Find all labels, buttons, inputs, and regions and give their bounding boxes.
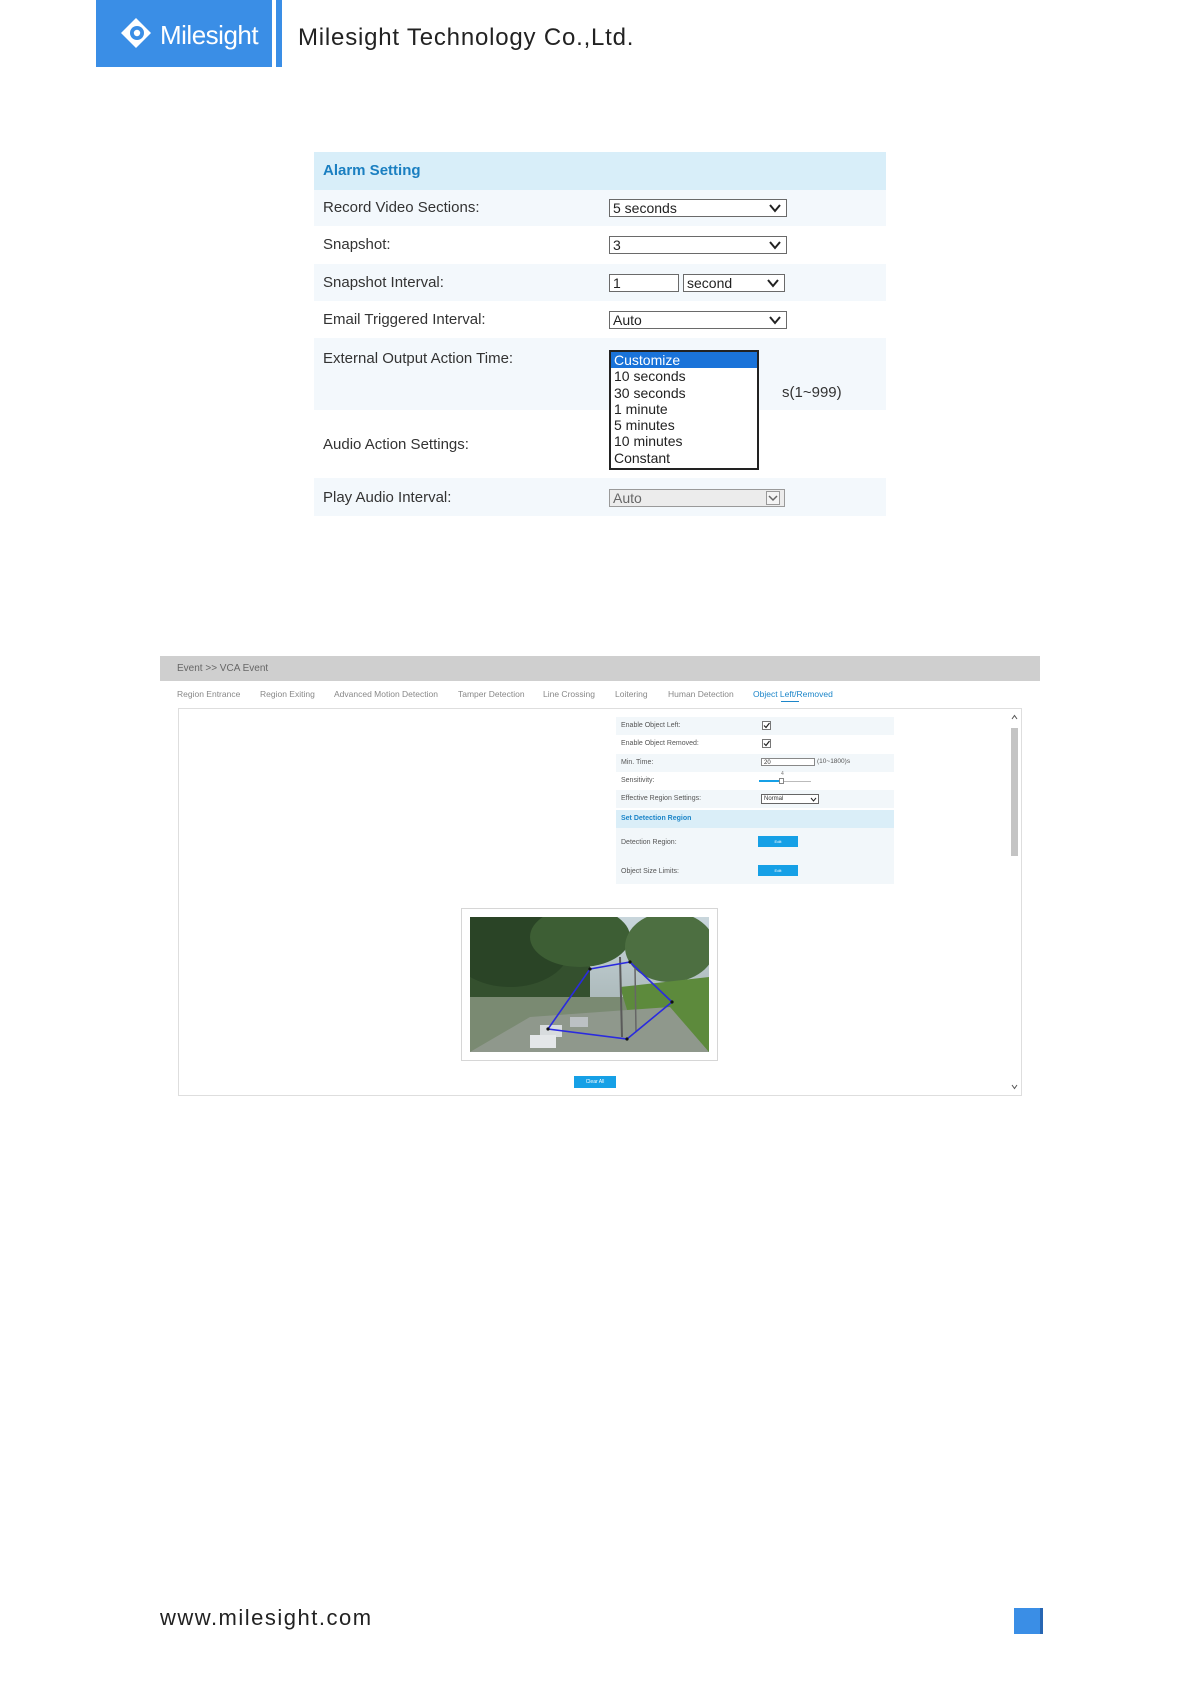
external-output-range-row: s(1~999) [314,376,886,410]
camera-scene-image [470,917,709,1052]
enable-object-left-label: Enable Object Left: [621,722,681,729]
set-detection-region-header: Set Detection Region [616,810,894,828]
tab-loitering[interactable]: Loitering [615,689,648,699]
object-size-limits-label: Object Size Limits: [621,868,679,875]
dropdown-option-1-minute[interactable]: 1 minute [611,401,757,417]
dropdown-option-10-seconds[interactable]: 10 seconds [611,368,757,384]
milesight-logo-icon [121,18,151,48]
tab-tamper-detection[interactable]: Tamper Detection [458,689,525,699]
snapshot-interval-unit-select[interactable]: second [683,274,785,292]
chevron-down-icon [766,491,780,505]
min-time-row: Min. Time: 20 (10~1800)s [616,754,894,772]
effective-region-settings-label: Effective Region Settings: [621,795,702,802]
logo-text: Milesight [160,20,259,50]
breadcrumb-bar: Event >> VCA Event [160,656,1040,681]
vca-event-screenshot: Event >> VCA Event Region Entrance Regio… [160,656,1040,1102]
min-time-input[interactable]: 20 [761,758,815,766]
sensitivity-slider-handle[interactable] [779,778,784,784]
snapshot-value: 3 [613,237,621,253]
alarm-setting-title: Alarm Setting [323,162,421,179]
clear-all-button[interactable]: Clear All [574,1076,616,1088]
checkmark-icon [763,740,770,747]
chevron-down-icon [769,316,781,325]
snapshot-interval-row: Snapshot Interval: 1 second [314,264,886,301]
chevron-down-icon [810,797,817,802]
tab-object-left-removed[interactable]: Object Left/Removed [753,689,833,699]
record-video-sections-select[interactable]: 5 seconds [609,199,787,217]
tab-advanced-motion-detection[interactable]: Advanced Motion Detection [334,689,438,699]
enable-object-removed-row: Enable Object Removed: [616,735,894,754]
min-time-hint: (10~1800)s [817,758,851,765]
snapshot-interval-label: Snapshot Interval: [323,274,444,291]
external-output-range-hint: s(1~999) [782,384,842,401]
scroll-up-icon[interactable] [1011,714,1018,720]
chevron-down-icon [769,241,781,250]
alarm-setting-header: Alarm Setting [314,152,886,190]
enable-object-left-checkbox[interactable] [762,721,771,730]
detection-region-edit-button[interactable]: Edit [758,836,798,847]
checkmark-icon [763,722,770,729]
external-output-action-time-row: External Output Action Time: [314,338,886,376]
email-triggered-interval-row: Email Triggered Interval: Auto [314,301,886,338]
play-audio-interval-label: Play Audio Interval: [323,489,452,506]
object-size-limits-row: Object Size Limits: Edit [616,856,894,884]
enable-object-removed-checkbox[interactable] [762,739,771,748]
company-name: Milesight Technology Co.,Ltd. [298,24,635,51]
tab-region-entrance[interactable]: Region Entrance [177,689,240,699]
record-video-sections-row: Record Video Sections: 5 seconds [314,190,886,226]
enable-object-removed-label: Enable Object Removed: [621,740,699,747]
brand-logo: Milesight [96,0,272,67]
snapshot-interval-input[interactable]: 1 [609,274,679,292]
object-size-limits-edit-button[interactable]: Edit [758,865,798,876]
tab-region-exiting[interactable]: Region Exiting [260,689,315,699]
external-output-action-time-label: External Output Action Time: [323,350,514,367]
scrollbar-thumb[interactable] [1011,728,1018,856]
effective-region-settings-select[interactable]: Normal [761,794,819,804]
active-tab-underline [781,701,799,702]
page-marker-edge [1040,1608,1043,1634]
snapshot-label: Snapshot: [323,236,391,253]
external-output-action-time-dropdown[interactable]: Customize 10 seconds 30 seconds 1 minute… [609,350,759,470]
play-audio-interval-value: Auto [613,490,642,506]
snapshot-select[interactable]: 3 [609,236,787,254]
dropdown-option-10-minutes[interactable]: 10 minutes [611,433,757,449]
page-marker [1014,1608,1040,1634]
detection-region-label: Detection Region: [621,839,677,846]
detection-region-row: Detection Region: Edit [616,828,894,856]
tab-human-detection[interactable]: Human Detection [668,689,734,699]
set-detection-region-title: Set Detection Region [621,815,692,822]
record-video-sections-value: 5 seconds [613,200,677,216]
sensitivity-slider-fill [759,780,781,782]
effective-region-settings-row: Effective Region Settings: Normal [616,790,894,808]
min-time-label: Min. Time: [621,759,654,766]
play-audio-interval-select[interactable]: Auto [609,489,785,507]
audio-action-settings-label: Audio Action Settings: [323,436,469,453]
snapshot-row: Snapshot: 3 [314,226,886,264]
play-audio-interval-row: Play Audio Interval: Auto [314,478,886,516]
effective-region-settings-value: Normal [764,796,784,802]
camera-preview[interactable] [461,908,718,1061]
enable-object-left-row: Enable Object Left: [616,717,894,735]
dropdown-option-constant[interactable]: Constant [611,450,757,466]
email-triggered-interval-label: Email Triggered Interval: [323,311,486,328]
dropdown-option-30-seconds[interactable]: 30 seconds [611,385,757,401]
email-triggered-interval-select[interactable]: Auto [609,311,787,329]
sensitivity-value: 4 [781,771,784,777]
footer-url: www.milesight.com [160,1605,373,1630]
scroll-down-icon[interactable] [1011,1084,1018,1090]
record-video-sections-label: Record Video Sections: [323,199,480,216]
header-divider [276,0,282,67]
chevron-down-icon [767,279,779,288]
sensitivity-label: Sensitivity: [621,777,655,784]
dropdown-option-5-minutes[interactable]: 5 minutes [611,417,757,433]
snapshot-interval-unit-value: second [687,275,733,291]
tab-line-crossing[interactable]: Line Crossing [543,689,595,699]
breadcrumb: Event >> VCA Event [177,663,269,674]
email-triggered-interval-value: Auto [613,312,642,328]
sensitivity-row: Sensitivity: 4 [616,771,894,790]
chevron-down-icon [769,204,781,213]
audio-action-settings-row: Audio Action Settings: [314,410,886,478]
alarm-setting-panel: Alarm Setting Record Video Sections: 5 s… [314,152,886,516]
dropdown-option-customize[interactable]: Customize [611,352,757,369]
